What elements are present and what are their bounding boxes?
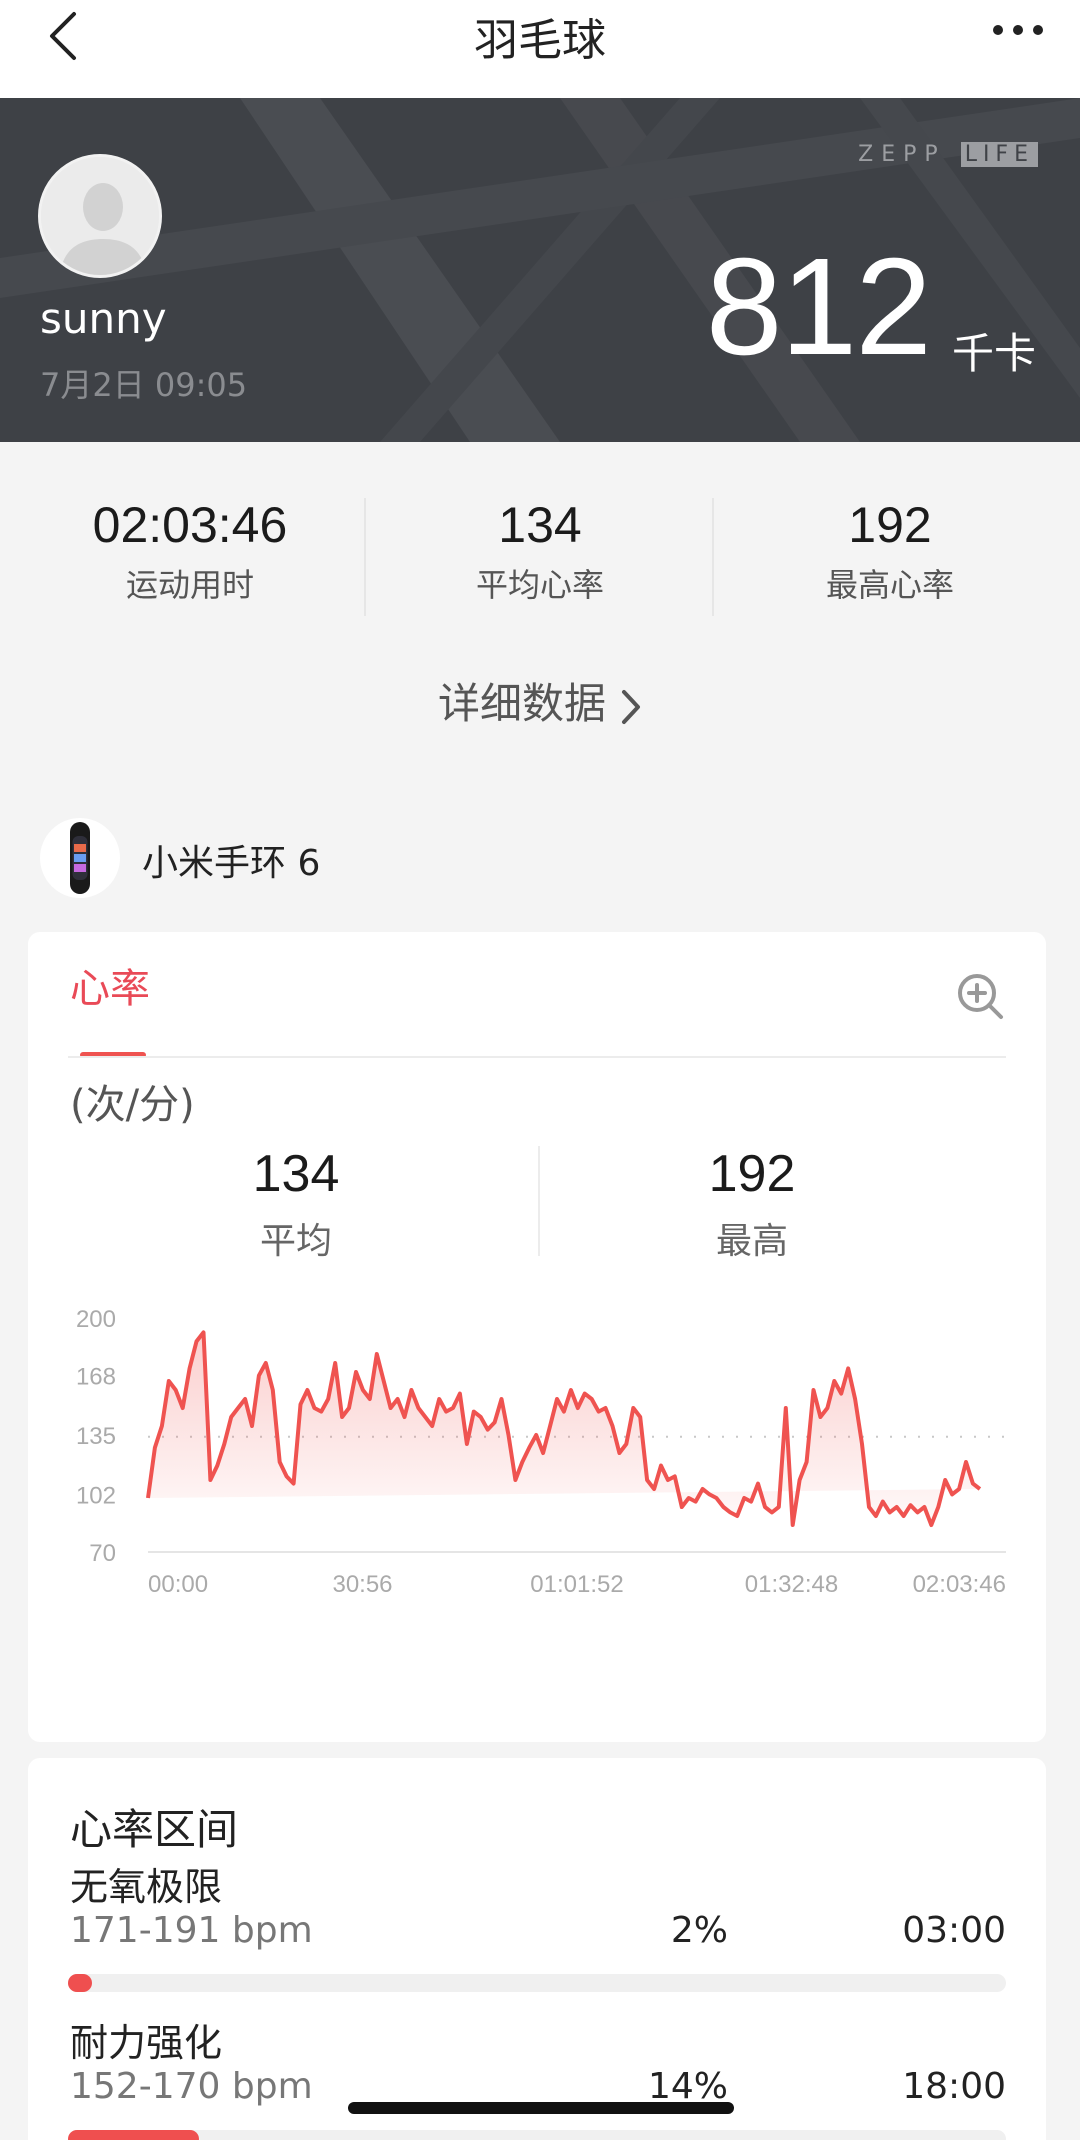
- band-icon: [40, 818, 120, 898]
- tab-heart-rate[interactable]: 心率: [70, 956, 150, 1014]
- zone-range: 171-191 bpm: [70, 1910, 313, 1951]
- y-tick-label: 168: [76, 1364, 116, 1391]
- divider: [364, 498, 366, 616]
- heart-rate-card: 心率 (次/分) 134 平均 192 最高 200 168 135 102 70 00:…: [28, 932, 1046, 1742]
- heart-rate-zones-card: 心率区间 无氧极限 171-191 bpm 2% 03:00 耐力强化 152-170 b…: [28, 1758, 1046, 2140]
- workout-hero: sunny 7月2日 09:05 ZEPP LIFE 812 千卡: [0, 98, 1080, 442]
- calories-value: 812: [705, 230, 932, 384]
- x-tick-label: 01:01:52: [530, 1571, 623, 1598]
- user-name: sunny: [40, 294, 167, 343]
- zones-title: 心率区间: [70, 1805, 239, 1854]
- zone-progress-fill: [68, 1974, 93, 1992]
- more-dots-icon[interactable]: [990, 22, 1046, 38]
- zone-percent: 14%: [647, 2066, 728, 2107]
- zone-progress-bar: [68, 1974, 1006, 1992]
- device-name: 小米手环 6: [142, 843, 321, 884]
- page-title: 羽毛球: [474, 15, 606, 66]
- avg-hr-stat: 134 平均心率: [475, 497, 604, 604]
- hr-avg-stat: 134 平均: [252, 1145, 340, 1262]
- nav-bar: 羽毛球: [0, 0, 1080, 98]
- x-tick-label: 01:32:48: [745, 1571, 838, 1598]
- y-tick-label: 70: [89, 1540, 116, 1567]
- zone-time: 03:00: [902, 1910, 1006, 1951]
- zone-name: 无氧极限: [70, 1865, 223, 1909]
- divider: [538, 1146, 540, 1256]
- zone-progress-bar: [68, 2130, 1006, 2140]
- zone-progress-fill: [68, 2130, 200, 2140]
- tab-divider: [68, 1056, 1006, 1058]
- hr-max-stat: 192 最高: [708, 1145, 796, 1262]
- y-tick-label: 200: [76, 1306, 116, 1333]
- x-tick-label: 30:56: [332, 1571, 392, 1598]
- workout-date: 7月2日 09:05: [40, 366, 248, 404]
- y-tick-label: 135: [76, 1423, 116, 1450]
- zone-percent: 2%: [670, 1910, 728, 1951]
- chevron-right-icon: [622, 689, 640, 724]
- max-hr-stat: 192 最高心率: [825, 497, 954, 604]
- zoom-in-icon[interactable]: [956, 972, 1004, 1020]
- zone-range: 152-170 bpm: [70, 2066, 313, 2107]
- heart-rate-area: [148, 1332, 980, 1525]
- calories-unit: 千卡: [951, 329, 1036, 378]
- detail-data-link[interactable]: 详细数据: [0, 670, 1080, 731]
- heart-rate-chart[interactable]: 200 168 135 102 70 00:00 30:56 01:01:52 01:32:48…: [58, 1302, 1018, 1622]
- hr-unit: (次/分): [70, 1082, 195, 1128]
- zone-name: 耐力强化: [70, 2021, 223, 2065]
- x-tick-label: 02:03:46: [913, 1571, 1006, 1598]
- home-indicator[interactable]: [348, 2102, 734, 2114]
- brand-logo: ZEPP LIFE: [858, 142, 1038, 167]
- zone-time: 18:00: [902, 2066, 1006, 2107]
- duration-stat: 02:03:46 运动用时: [92, 497, 288, 604]
- avatar[interactable]: [38, 154, 162, 278]
- summary-stats: 02:03:46 运动用时 134 平均心率 192 最高心率 详细数据: [0, 442, 1080, 742]
- divider: [712, 498, 714, 616]
- y-tick-label: 102: [76, 1482, 116, 1509]
- x-tick-label: 00:00: [148, 1571, 208, 1598]
